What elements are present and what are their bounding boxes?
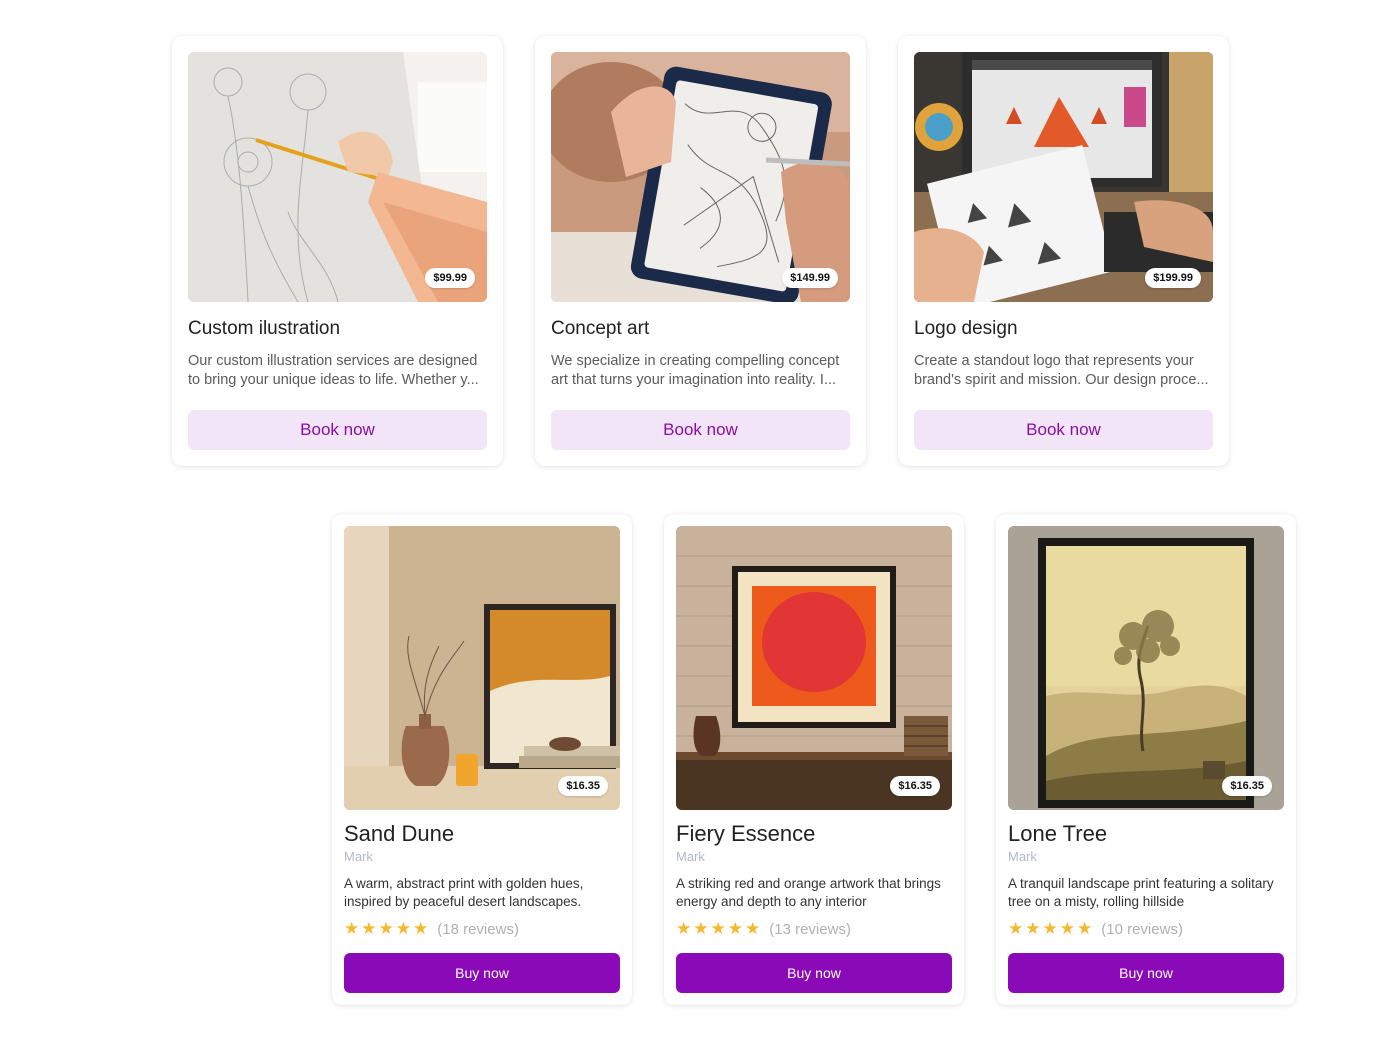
product-card-lone-tree: $16.35 Lone Tree Mark A tranquil landsca… (996, 514, 1296, 1005)
service-title: Custom ilustration (188, 318, 341, 339)
product-description: A warm, abstract print with golden hues,… (344, 876, 584, 909)
product-artist: Mark (676, 849, 705, 864)
product-image-lone-tree[interactable]: $16.35 (1008, 526, 1284, 810)
price-badge: $16.35 (890, 776, 940, 796)
service-description: Create a standout logo that represents y… (914, 353, 1209, 388)
product-title: Sand Dune (344, 821, 455, 846)
product-image-sand-dune[interactable]: $16.35 (344, 526, 620, 810)
service-image-logo-design[interactable]: $199.99 (914, 52, 1213, 302)
star-rating: ★ ★ ★ ★ ★ (10 reviews) (1008, 920, 1284, 938)
star-icon: ★ (378, 919, 394, 938)
price-badge: $149.99 (782, 268, 838, 288)
review-count[interactable]: (13 reviews) (769, 921, 851, 938)
product-image-fiery-essence[interactable]: $16.35 (676, 526, 952, 810)
service-card-concept-art: $149.99 Concept art We specialize in cre… (535, 36, 866, 466)
buy-now-button[interactable]: Buy now (344, 953, 620, 993)
service-image-concept-art[interactable]: $149.99 (551, 52, 850, 302)
product-artist: Mark (344, 849, 373, 864)
product-card-sand-dune: $16.35 Sand Dune Mark A warm, abstract p… (332, 514, 632, 1005)
star-rating: ★ ★ ★ ★ ★ (13 reviews) (676, 920, 952, 938)
review-count[interactable]: (10 reviews) (1101, 921, 1183, 938)
service-card-custom-illustration: $99.99 Custom ilustration Our custom ill… (172, 36, 503, 466)
product-description: A striking red and orange artwork that b… (676, 876, 941, 909)
buy-now-button[interactable]: Buy now (1008, 953, 1284, 993)
review-count[interactable]: (18 reviews) (437, 921, 519, 938)
star-icon: ★ (1042, 919, 1058, 938)
buy-now-button[interactable]: Buy now (676, 953, 952, 993)
star-icon: ★ (693, 919, 709, 938)
service-card-logo-design: $199.99 Logo design Create a standout lo… (898, 36, 1229, 466)
service-description: Our custom illustration services are des… (188, 353, 479, 388)
service-image-illustration[interactable]: $99.99 (188, 52, 487, 302)
star-icon: ★ (1008, 919, 1024, 938)
product-title: Fiery Essence (676, 821, 816, 846)
star-icon: ★ (1025, 919, 1041, 938)
price-badge: $199.99 (1145, 268, 1201, 288)
price-badge: $16.35 (558, 776, 608, 796)
product-artist: Mark (1008, 849, 1037, 864)
star-icon: ★ (710, 919, 726, 938)
service-title: Concept art (551, 318, 650, 339)
product-title: Lone Tree (1008, 821, 1108, 846)
star-icon: ★ (395, 919, 411, 938)
price-badge: $99.99 (425, 268, 475, 288)
book-now-button[interactable]: Book now (914, 410, 1213, 450)
star-icon: ★ (745, 919, 761, 938)
book-now-button[interactable]: Book now (551, 410, 850, 450)
star-icon: ★ (361, 919, 377, 938)
service-title: Logo design (914, 318, 1018, 339)
star-rating: ★ ★ ★ ★ ★ (18 reviews) (344, 920, 620, 938)
star-icon: ★ (344, 919, 360, 938)
star-icon: ★ (1077, 919, 1093, 938)
star-icon: ★ (413, 919, 429, 938)
service-description: We specialize in creating compelling con… (551, 353, 840, 388)
book-now-button[interactable]: Book now (188, 410, 487, 450)
product-card-fiery-essence: $16.35 Fiery Essence Mark A striking red… (664, 514, 964, 1005)
star-icon: ★ (1059, 919, 1075, 938)
price-badge: $16.35 (1222, 776, 1272, 796)
star-icon: ★ (727, 919, 743, 938)
product-description: A tranquil landscape print featuring a s… (1008, 876, 1274, 909)
star-icon: ★ (676, 919, 692, 938)
